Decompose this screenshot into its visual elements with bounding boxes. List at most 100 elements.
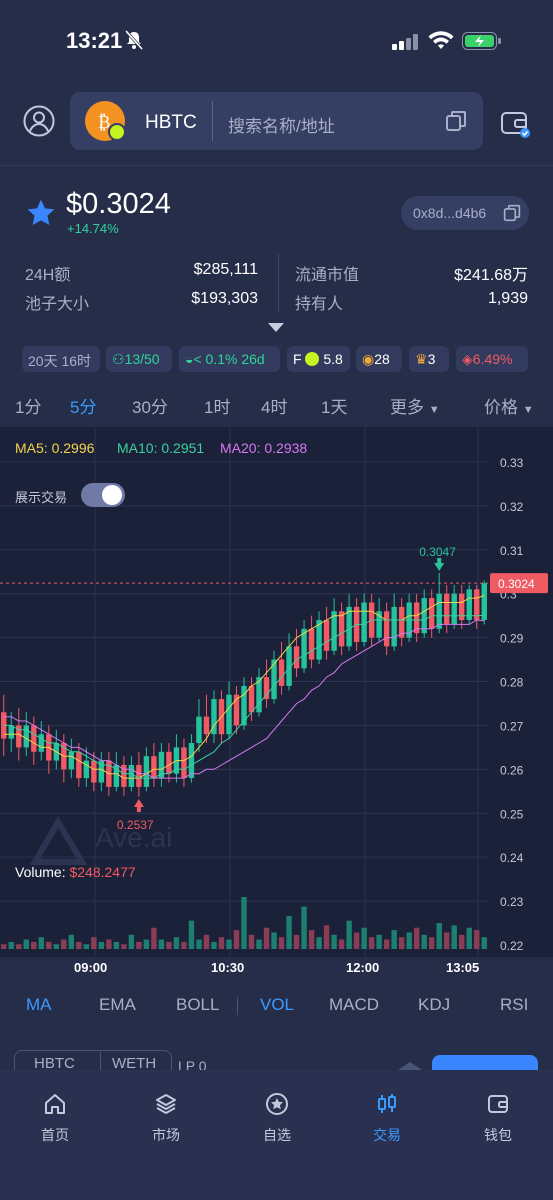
indicator-kdj[interactable]: KDJ bbox=[418, 995, 450, 1015]
tab-5m[interactable]: 5分 bbox=[70, 393, 96, 418]
holders-chip[interactable]: ⚇13/50 bbox=[106, 346, 172, 372]
candle-body bbox=[323, 620, 330, 651]
collapse-arrow-icon[interactable] bbox=[398, 1062, 422, 1070]
tab-1h[interactable]: 1时 bbox=[204, 393, 230, 418]
volume-bar bbox=[331, 934, 337, 949]
trophy-chip[interactable]: ♛3 bbox=[409, 346, 449, 372]
x-tick-1200: 12:00 bbox=[346, 960, 380, 975]
tax-chip[interactable]: ◈6.49% bbox=[456, 346, 528, 372]
volume-bar bbox=[376, 934, 382, 949]
volume-bar bbox=[1, 944, 7, 949]
volume-bar bbox=[293, 934, 300, 949]
volume-bar bbox=[353, 932, 360, 949]
candle-body bbox=[8, 725, 14, 739]
price-toggle[interactable]: 价格 ▼ bbox=[484, 393, 534, 418]
volume-bar bbox=[421, 934, 427, 949]
volume-bar bbox=[256, 939, 262, 949]
y-tick-label: 0.33 bbox=[500, 456, 524, 470]
candle-body bbox=[83, 760, 90, 779]
stat-value-mcap: $241.68万 bbox=[454, 267, 528, 284]
volume-bar bbox=[211, 941, 217, 949]
bags-chip[interactable]: ◉28 bbox=[356, 346, 402, 372]
home-icon bbox=[45, 1094, 65, 1114]
tax-text: 6.49% bbox=[472, 351, 513, 367]
volume-bar bbox=[31, 941, 37, 949]
volume-bar bbox=[436, 923, 442, 949]
low-marker-arrow bbox=[133, 799, 144, 813]
expand-arrow-icon[interactable] bbox=[268, 323, 284, 332]
candle-body bbox=[203, 716, 210, 735]
volume-bar bbox=[53, 944, 60, 949]
lock-chip[interactable]: ◒< 0.1% 26d bbox=[179, 346, 280, 372]
indicator-boll[interactable]: BOLL bbox=[176, 995, 219, 1015]
candle-body bbox=[23, 725, 29, 748]
nav-home[interactable]: 首页 bbox=[15, 1092, 95, 1145]
tab-4h[interactable]: 4时 bbox=[261, 393, 287, 418]
high-marker-arrow bbox=[434, 558, 445, 572]
ma10-legend: MA10: 0.2951 bbox=[117, 440, 205, 456]
age-chip[interactable]: 20天 16时 bbox=[22, 346, 100, 372]
volume-bar bbox=[46, 941, 52, 949]
nav-watchlist-label: 自选 bbox=[263, 1127, 291, 1143]
indicator-ma[interactable]: MA bbox=[26, 995, 52, 1015]
chevron-down-icon: ▼ bbox=[522, 404, 534, 416]
volume-bar bbox=[136, 941, 142, 949]
candles-icon bbox=[378, 1094, 396, 1113]
candle-body bbox=[68, 751, 75, 770]
candle-body bbox=[278, 659, 285, 686]
candle-body bbox=[451, 593, 457, 625]
indicator-rsi[interactable]: RSI bbox=[500, 995, 528, 1015]
candle-body bbox=[151, 756, 157, 779]
stats-divider bbox=[278, 254, 279, 312]
copy-icon[interactable] bbox=[445, 110, 467, 132]
volume-bar bbox=[406, 932, 412, 949]
low-price-label: 0.2537 bbox=[117, 818, 154, 832]
nav-wallet[interactable]: 钱包 bbox=[458, 1092, 538, 1145]
tab-more[interactable]: 更多 ▼ bbox=[390, 393, 440, 418]
watermark-logo bbox=[29, 816, 88, 865]
token-symbol[interactable]: HBTC bbox=[145, 112, 197, 134]
indicator-macd[interactable]: MACD bbox=[329, 995, 379, 1015]
y-tick-label: 0.31 bbox=[500, 544, 524, 558]
volume-bar bbox=[16, 944, 22, 949]
bell-muted-icon bbox=[125, 30, 143, 50]
indicator-ema[interactable]: EMA bbox=[99, 995, 136, 1015]
candle-body bbox=[136, 764, 142, 787]
nav-watchlist[interactable]: 自选 bbox=[237, 1092, 317, 1145]
y-tick-label: 0.29 bbox=[500, 632, 524, 646]
volume-bar bbox=[203, 934, 210, 949]
indicator-vol[interactable]: VOL bbox=[260, 995, 294, 1015]
volume-bar bbox=[481, 937, 487, 949]
profile-icon[interactable] bbox=[23, 105, 55, 137]
search-input[interactable]: 搜索名称/地址 bbox=[228, 112, 335, 137]
volume-bar bbox=[346, 920, 352, 949]
x-tick-1305: 13:05 bbox=[446, 960, 480, 975]
tab-1d[interactable]: 1天 bbox=[321, 393, 347, 418]
y-tick-label: 0.23 bbox=[500, 895, 524, 909]
wifi-icon bbox=[428, 31, 454, 49]
toggle-knob[interactable] bbox=[102, 485, 122, 505]
wallet-icon[interactable] bbox=[500, 108, 530, 138]
y-tick-label: 0.22 bbox=[500, 939, 524, 953]
star-circle-icon bbox=[266, 1093, 288, 1115]
copy-address-icon[interactable] bbox=[503, 204, 521, 222]
price-label: 价格 bbox=[484, 398, 518, 417]
tab-1m[interactable]: 1分 bbox=[15, 393, 41, 418]
y-tick-label: 0.32 bbox=[500, 500, 524, 514]
chain-badge-icon bbox=[108, 123, 126, 141]
candle-body bbox=[143, 756, 150, 787]
volume-bar bbox=[226, 939, 232, 949]
score-chip[interactable]: F 5.8 bbox=[287, 346, 350, 372]
candle-body bbox=[481, 583, 487, 621]
candle-body bbox=[181, 747, 187, 779]
age-text: 20天 16时 bbox=[28, 353, 92, 369]
volume-bar bbox=[83, 944, 90, 949]
favorite-star-icon[interactable] bbox=[25, 197, 57, 229]
nav-trade[interactable]: 交易 bbox=[347, 1092, 427, 1145]
show-trades-label: 展示交易 bbox=[15, 490, 68, 505]
tab-30m[interactable]: 30分 bbox=[132, 393, 168, 418]
status-time: 13:21 bbox=[66, 28, 123, 53]
battery-charging-icon bbox=[462, 32, 501, 50]
volume-bar bbox=[121, 944, 127, 949]
nav-market[interactable]: 市场 bbox=[126, 1092, 206, 1145]
